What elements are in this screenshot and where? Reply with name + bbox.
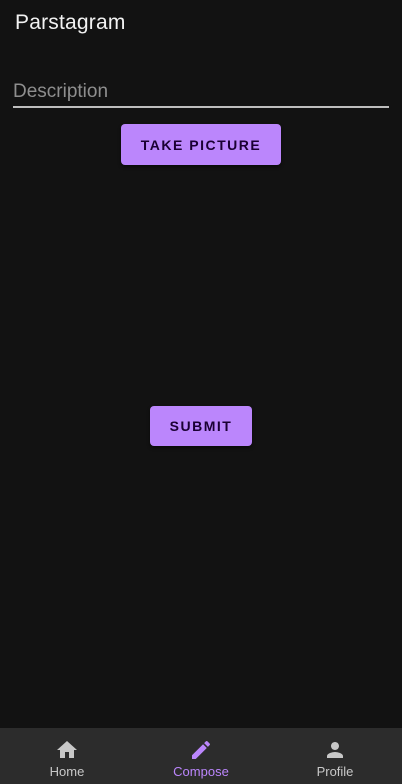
nav-item-home[interactable]: Home xyxy=(0,728,134,784)
submit-label: Submit xyxy=(169,418,233,434)
submit-button[interactable]: Submit xyxy=(150,406,252,446)
nav-item-label: Compose xyxy=(173,764,229,779)
app-title: Parstagram xyxy=(15,11,126,34)
home-icon xyxy=(57,741,77,758)
description-input[interactable] xyxy=(13,78,389,108)
person-icon xyxy=(327,742,343,758)
pencil-icon xyxy=(192,740,211,759)
bottom-navigation: Home Compose Profile xyxy=(0,728,402,784)
nav-item-label: Home xyxy=(49,764,85,779)
take-picture-label: Take Picture xyxy=(140,136,262,153)
take-picture-button[interactable]: Take Picture xyxy=(121,124,281,165)
nav-item-label: Profile xyxy=(316,764,354,779)
nav-item-compose[interactable]: Compose xyxy=(134,728,268,784)
nav-item-profile[interactable]: Profile xyxy=(268,728,402,784)
